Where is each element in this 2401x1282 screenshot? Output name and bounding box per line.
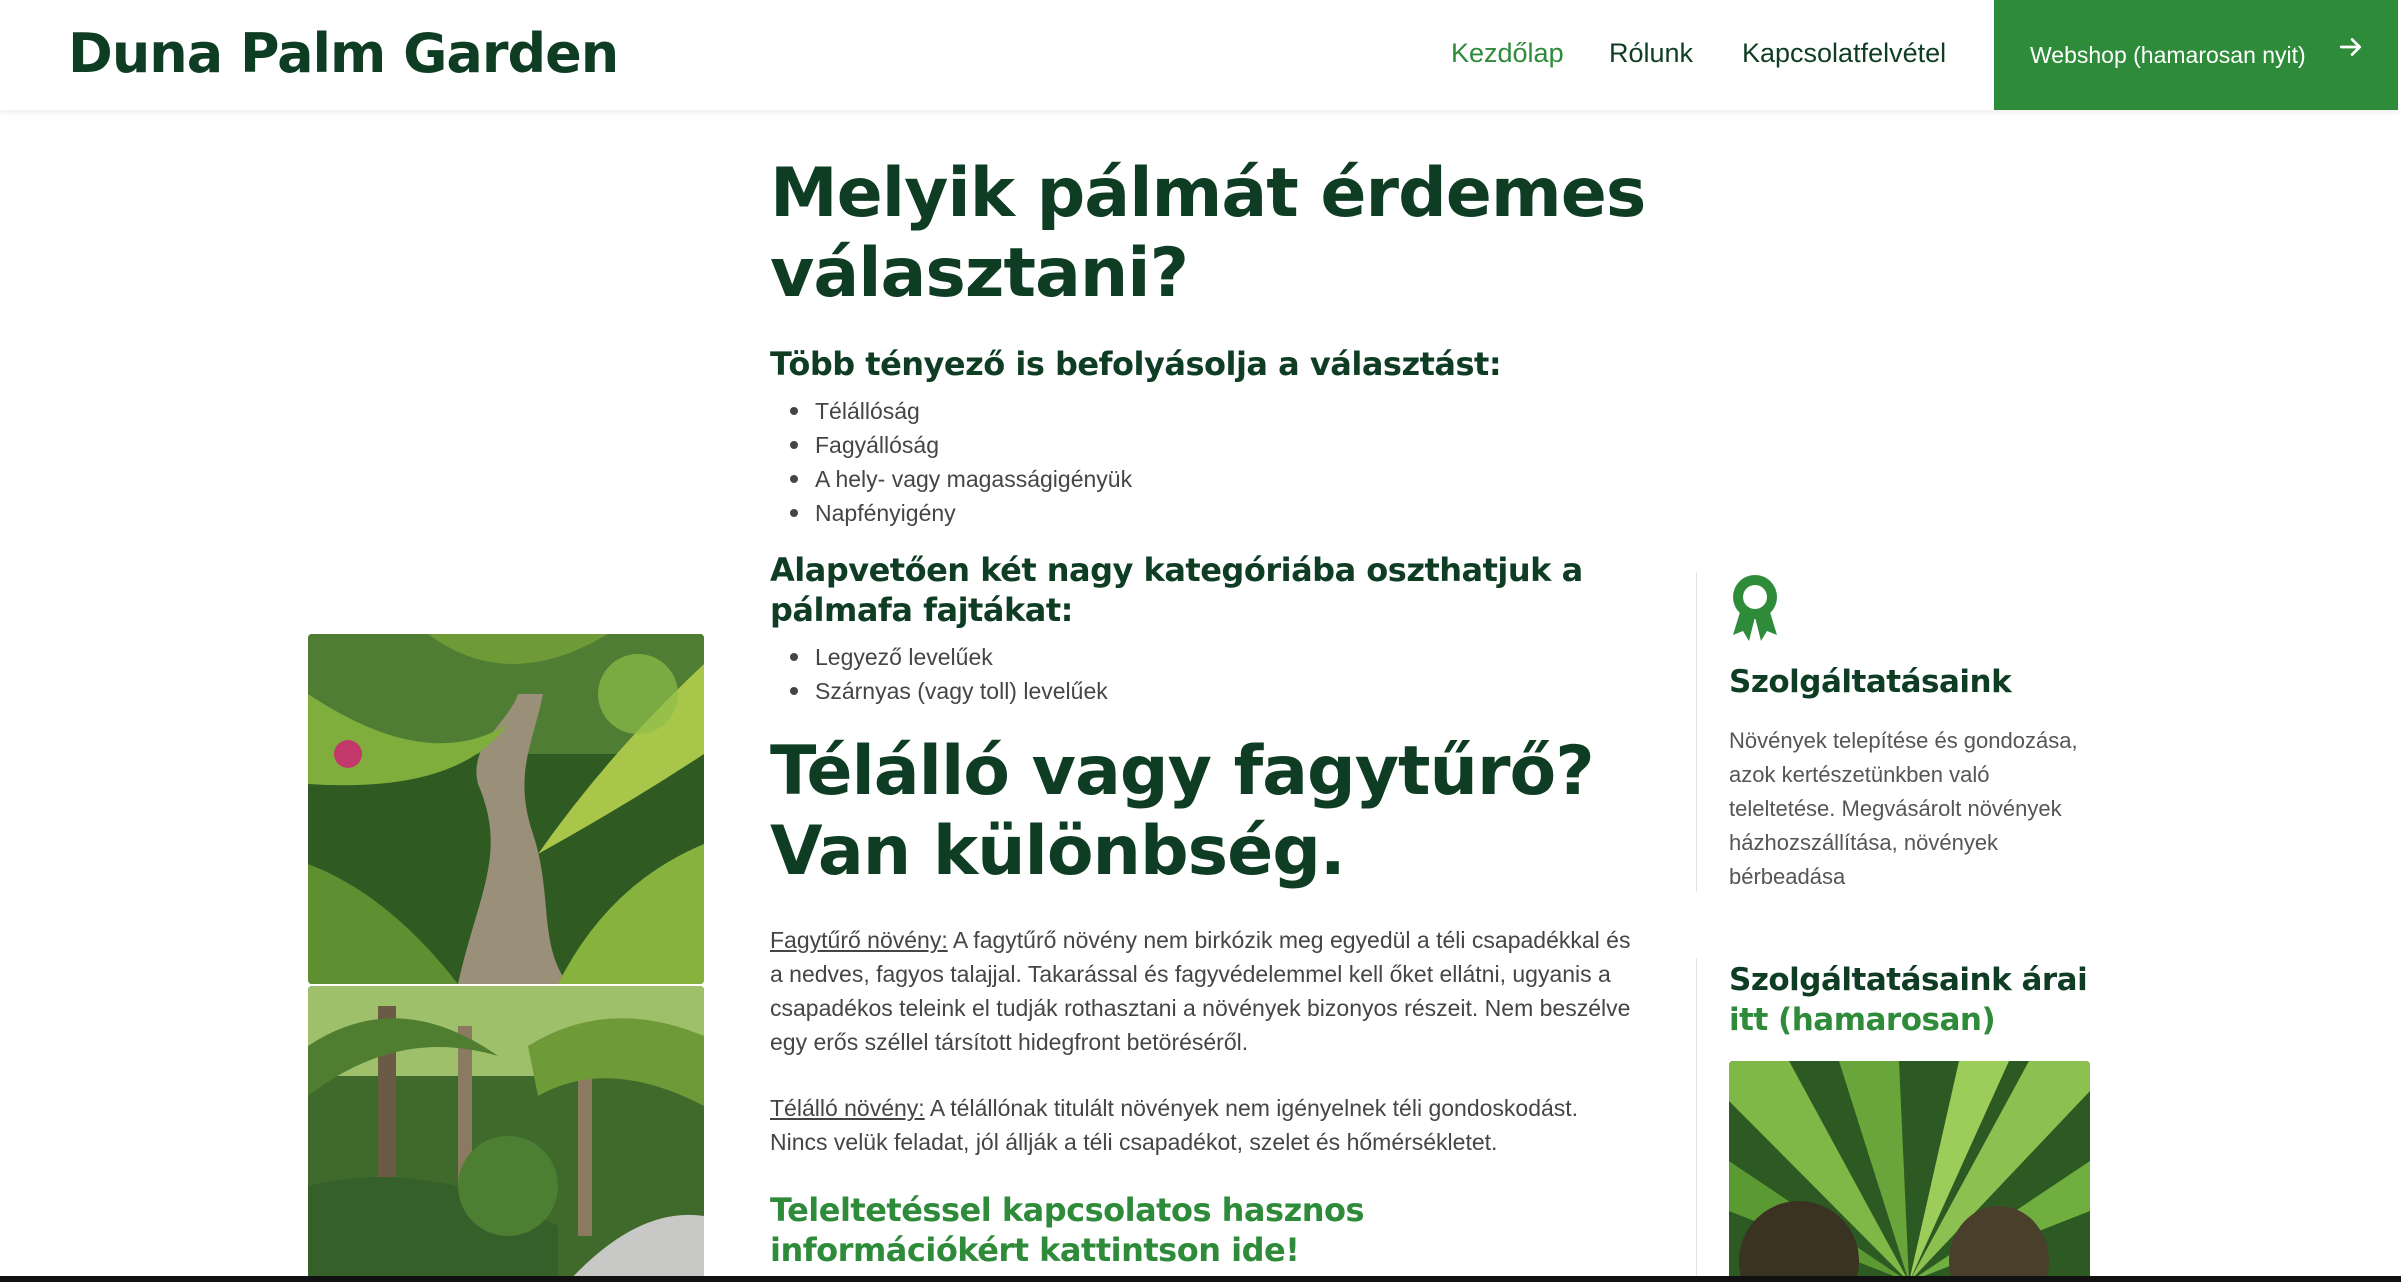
page-title: Melyik pálmát érdemes választani?	[770, 154, 1646, 313]
nav-contact[interactable]: Kapcsolatfelvétel	[1742, 38, 1946, 69]
prices-title-text: Szolgáltatásaink árai	[1729, 962, 2088, 998]
prices-title: Szolgáltatásaink árai itt (hamarosan)	[1729, 960, 2109, 1040]
site-header: Duna Palm Garden Kezdőlap Rólunk Kapcsol…	[0, 0, 2401, 110]
webshop-button-label: Webshop (hamarosan nyit)	[2030, 41, 2306, 68]
cycas-palm-image	[1729, 1061, 2090, 1282]
winter-hardy-term: Télálló növény:	[770, 1095, 925, 1121]
site-logo[interactable]: Duna Palm Garden	[68, 22, 619, 85]
palm-garden-path-image	[308, 634, 704, 984]
categories-list: Legyező levelűek Szárnyas (vagy toll) le…	[770, 640, 1640, 708]
frost-tolerant-paragraph: Fagytűrő növény: A fagytűrő növény nem b…	[770, 923, 1640, 1059]
list-item: Napfényigény	[770, 496, 1640, 530]
palm-trees-garden-image	[308, 986, 704, 1282]
list-item: Télállóság	[770, 394, 1640, 428]
list-item: Szárnyas (vagy toll) levelűek	[770, 674, 1640, 708]
prices-link[interactable]: itt (hamarosan)	[1729, 1002, 1996, 1038]
services-text: Növények telepítése és gondozása, azok k…	[1729, 728, 2078, 889]
award-ribbon-icon	[1733, 575, 1777, 641]
nav-home[interactable]: Kezdőlap	[1451, 38, 1564, 69]
categories-heading: Alapvetően két nagy kategóriába oszthatj…	[770, 551, 1583, 629]
window-bottom-edge	[0, 1276, 2401, 1282]
list-item: Legyező levelűek	[770, 640, 1640, 674]
section-title: Télálló vagy fagytűrő? Van különbség.	[770, 732, 1595, 891]
sidebar-divider	[1696, 958, 1697, 1282]
frost-tolerant-term: Fagytűrő növény:	[770, 927, 948, 953]
overwintering-info-link[interactable]: Teleltetéssel kapcsolatos hasznos inform…	[770, 1190, 1620, 1270]
services-title: Szolgáltatásaink	[1729, 664, 2012, 700]
list-item: Fagyállóság	[770, 428, 1640, 462]
list-item: A hely- vagy magasságigényük	[770, 462, 1640, 496]
webshop-button[interactable]: Webshop (hamarosan nyit)	[1994, 0, 2398, 110]
nav-about[interactable]: Rólunk	[1609, 38, 1693, 69]
sidebar-divider	[1696, 572, 1697, 892]
factors-heading: Több tényező is befolyásolja a választás…	[770, 345, 1502, 383]
winter-hardy-paragraph: Télálló növény: A télállónak titulált nö…	[770, 1091, 1640, 1159]
arrow-right-icon	[2339, 38, 2362, 56]
factors-list: Télállóság Fagyállóság A hely- vagy maga…	[770, 394, 1640, 530]
